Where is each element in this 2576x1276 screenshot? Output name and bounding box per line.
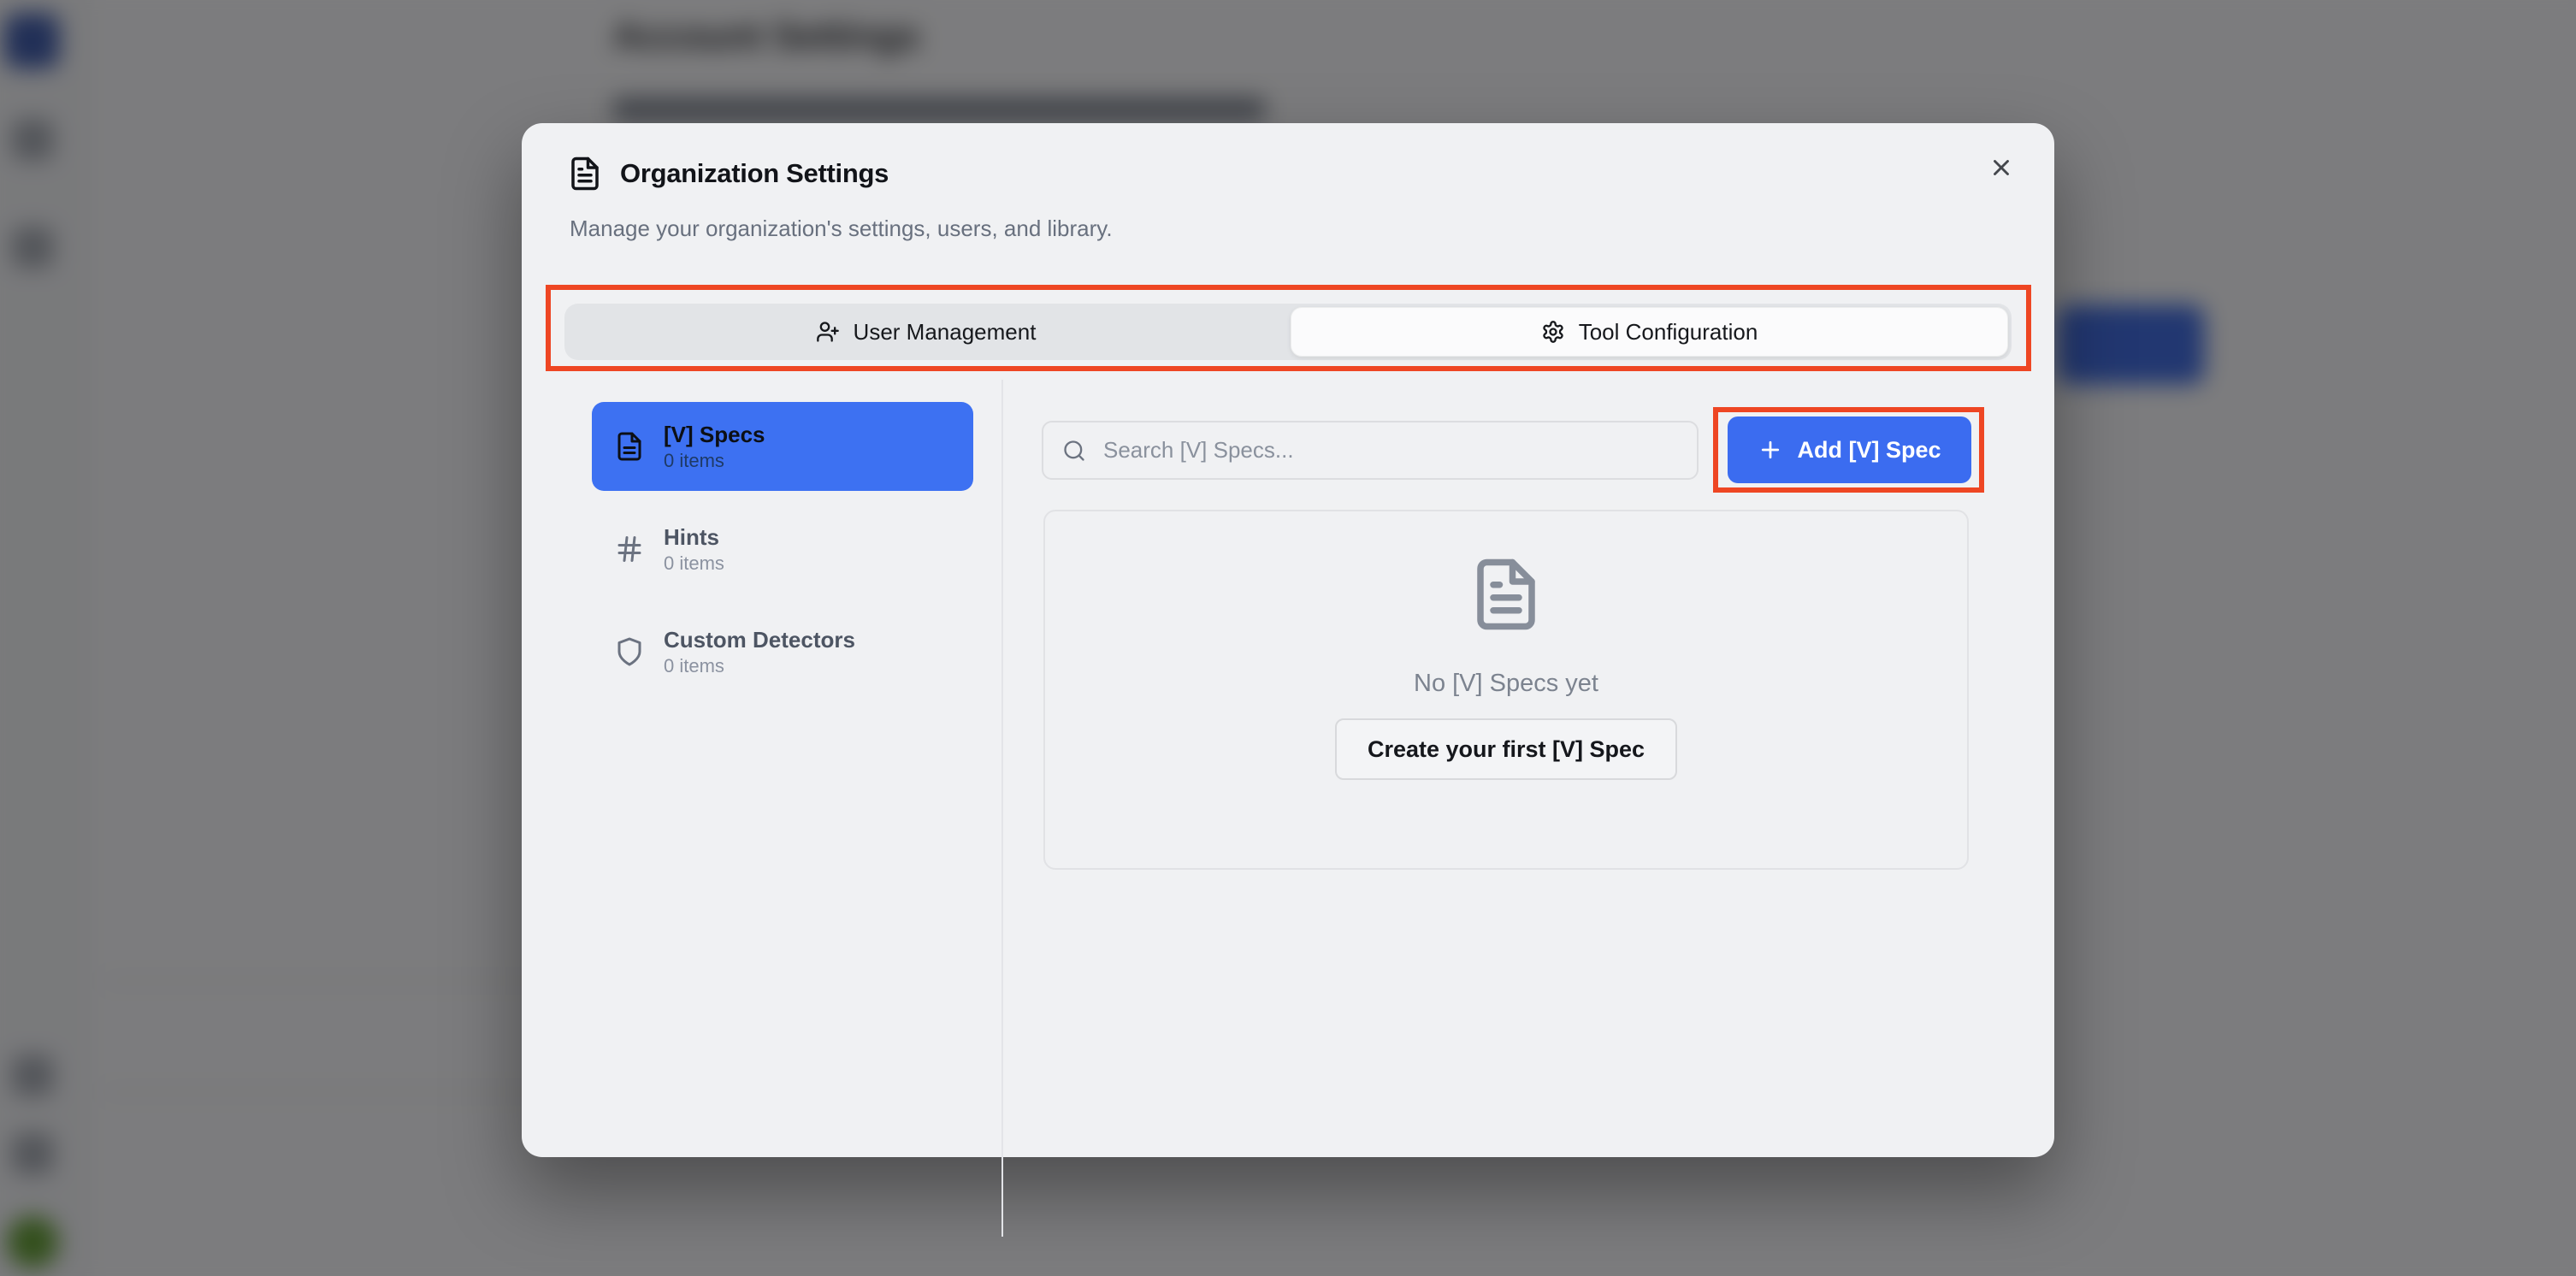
file-text-icon bbox=[1468, 556, 1545, 637]
file-text-icon bbox=[567, 156, 603, 192]
dialog-title: Organization Settings bbox=[620, 158, 889, 189]
plus-icon bbox=[1758, 437, 1783, 463]
dialog-subtitle: Manage your organization's settings, use… bbox=[570, 216, 1113, 242]
organization-settings-dialog: Organization Settings Manage your organi… bbox=[522, 123, 2054, 1157]
search-icon bbox=[1062, 439, 1086, 463]
hash-icon bbox=[614, 534, 645, 564]
dialog-header: Organization Settings bbox=[567, 156, 889, 192]
panel-divider bbox=[1001, 380, 1003, 1237]
nav-item-count: 0 items bbox=[664, 449, 765, 473]
library-nav: [V] Specs 0 items Hints 0 items bbox=[592, 402, 973, 696]
nav-item-label: Custom Detectors bbox=[664, 626, 855, 654]
empty-state-panel: No [V] Specs yet Create your first [V] S… bbox=[1043, 510, 1969, 870]
nav-item-count: 0 items bbox=[664, 552, 724, 576]
gear-icon bbox=[1541, 320, 1565, 344]
nav-item-custom-detectors[interactable]: Custom Detectors 0 items bbox=[592, 607, 973, 696]
close-icon bbox=[1988, 155, 2014, 180]
settings-tabbar: User Management Tool Configuration bbox=[564, 304, 2012, 360]
nav-item-count: 0 items bbox=[664, 654, 855, 678]
file-text-icon bbox=[614, 431, 645, 462]
tab-label: User Management bbox=[854, 319, 1037, 346]
spec-search bbox=[1042, 421, 1699, 480]
empty-state-title: No [V] Specs yet bbox=[1414, 670, 1598, 698]
close-button[interactable] bbox=[1976, 142, 2027, 193]
shield-icon bbox=[614, 636, 645, 667]
tab-tool-configuration[interactable]: Tool Configuration bbox=[1291, 307, 2008, 357]
add-spec-label: Add [V] Spec bbox=[1797, 437, 1941, 464]
tab-user-management[interactable]: User Management bbox=[568, 307, 1284, 357]
add-spec-button[interactable]: Add [V] Spec bbox=[1728, 416, 1971, 483]
tab-label: Tool Configuration bbox=[1579, 319, 1758, 346]
nav-item-label: [V] Specs bbox=[664, 421, 765, 449]
create-first-spec-button[interactable]: Create your first [V] Spec bbox=[1335, 718, 1677, 780]
nav-item-label: Hints bbox=[664, 523, 724, 552]
nav-item-v-specs[interactable]: [V] Specs 0 items bbox=[592, 402, 973, 491]
user-plus-icon bbox=[816, 320, 840, 344]
screen: Account Settings Organization Settings M… bbox=[0, 0, 2576, 1276]
nav-item-hints[interactable]: Hints 0 items bbox=[592, 505, 973, 594]
search-input[interactable] bbox=[1102, 436, 1678, 464]
